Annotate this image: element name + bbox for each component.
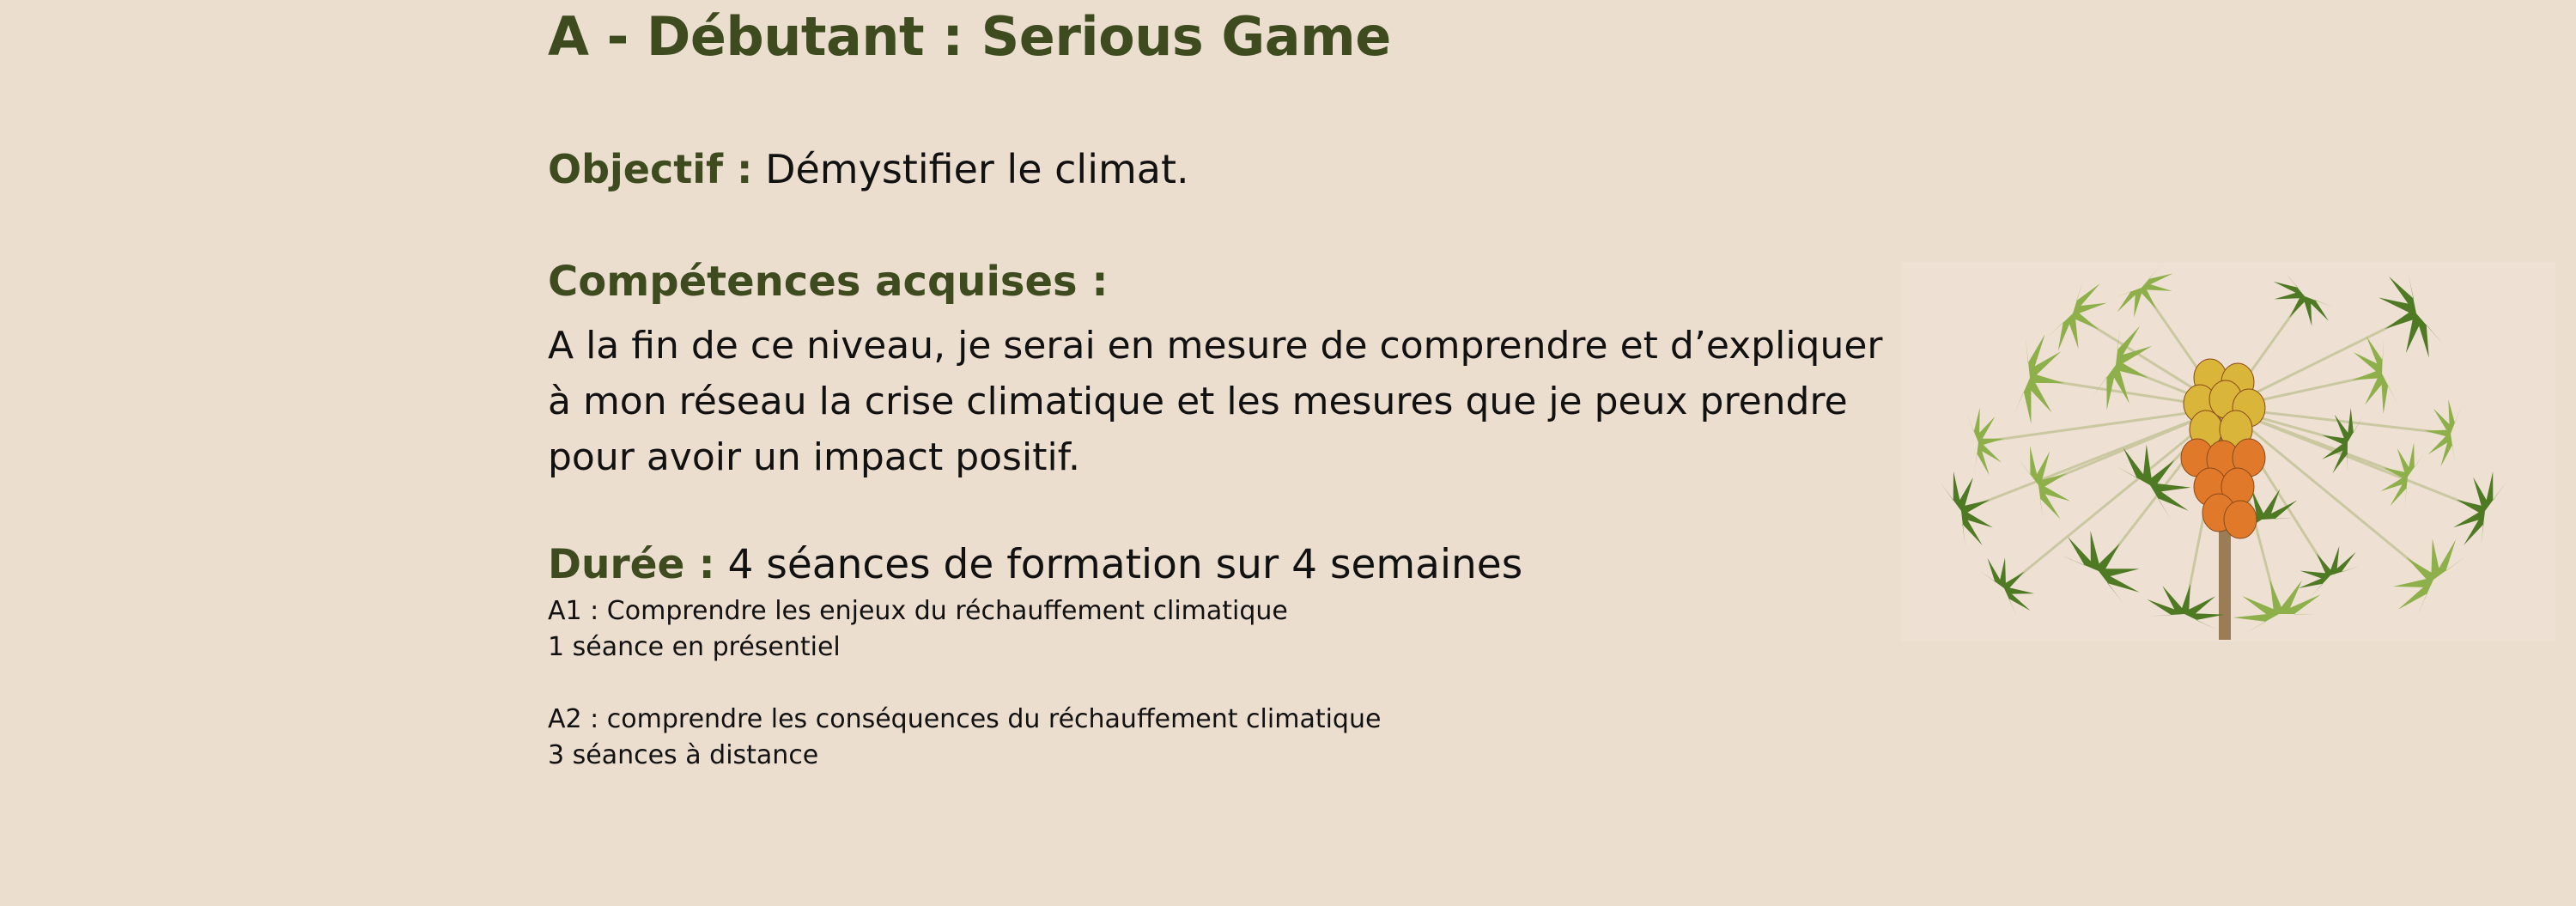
competences-heading: Compétences acquises : (548, 258, 1109, 306)
duree-line: Durée : 4 séances de formation sur 4 sem… (548, 541, 1522, 588)
objectif-label: Objectif : (548, 146, 753, 192)
duree-text: 4 séances de formation sur 4 semaines (727, 541, 1523, 588)
module-a2-sessions: 3 séances à distance (548, 740, 819, 770)
page-title: A - Débutant : Serious Game (548, 5, 1391, 68)
objectif-text: Démystifier le climat. (765, 146, 1189, 192)
module-a1-sessions: 1 séance en présentiel (548, 632, 841, 662)
competences-text: A la fin de ce niveau, je serai en mesur… (548, 324, 1883, 479)
objectif-line: Objectif : Démystifier le climat. (548, 146, 1189, 192)
duree-label: Durée : (548, 541, 715, 588)
module-a2-title: A2 : comprendre les conséquences du réch… (548, 704, 1382, 734)
module-a1-title: A1 : Comprendre les enjeux du réchauffem… (548, 596, 1288, 626)
papaya-tree-illustration (1901, 262, 2555, 641)
